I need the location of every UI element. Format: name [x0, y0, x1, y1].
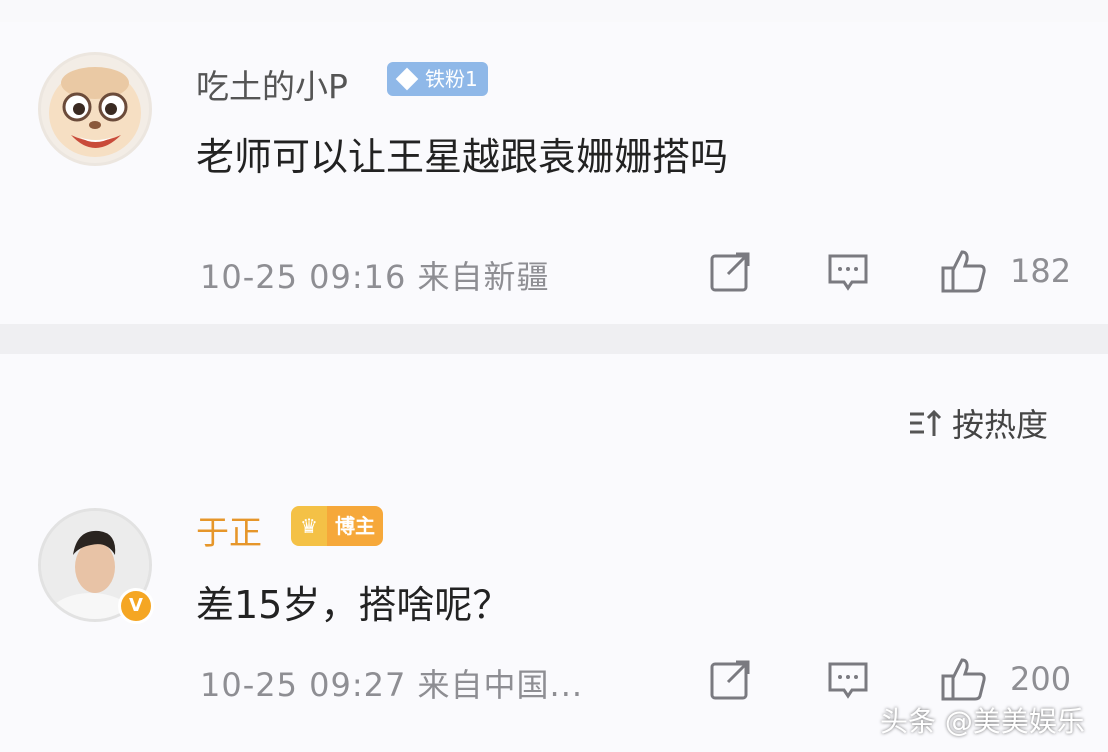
comment-button[interactable] — [826, 658, 870, 702]
comment-text: 老师可以让王星越跟袁姗姗搭吗 — [196, 135, 729, 179]
like-button[interactable]: 182 — [940, 248, 1071, 294]
comment-button[interactable] — [826, 250, 870, 294]
blogger-badge-label: 博主 — [327, 506, 383, 546]
sort-icon — [910, 409, 942, 436]
username[interactable]: 吃土的小P — [196, 60, 348, 108]
diamond-icon — [395, 67, 419, 91]
share-icon — [710, 252, 750, 292]
watermark: 头条 @美美娱乐 — [880, 705, 1085, 738]
like-count: 182 — [1010, 252, 1072, 290]
blogger-badge[interactable]: ♛ 博主 — [291, 506, 383, 546]
comment-text: 差15岁，搭啥呢？ — [196, 583, 511, 627]
share-icon — [710, 660, 750, 700]
verified-v-icon: V — [129, 595, 143, 616]
like-button[interactable]: 200 — [940, 656, 1071, 702]
sort-toggle[interactable]: 按热度 — [908, 400, 1048, 446]
sort-label: 按热度 — [952, 406, 1049, 444]
comment-icon — [828, 254, 868, 291]
comment-icon — [828, 662, 868, 699]
like-count: 200 — [1010, 660, 1072, 698]
fan-badge[interactable]: 铁粉1 — [387, 62, 488, 96]
username[interactable]: 于正 — [196, 506, 262, 554]
thumbs-up-icon — [941, 250, 986, 293]
comment-meta: 10-25 09:27 来自中国... — [200, 666, 584, 704]
verified-badge: V — [118, 588, 154, 624]
section-divider — [0, 324, 1108, 354]
share-button[interactable] — [708, 658, 752, 702]
top-strip — [0, 0, 1108, 23]
share-button[interactable] — [708, 250, 752, 294]
user-avatar[interactable] — [38, 52, 152, 166]
cartoon-face-avatar-icon — [49, 67, 141, 157]
fan-badge-label: 铁粉1 — [425, 67, 478, 91]
thumbs-up-icon — [941, 658, 986, 701]
crown-icon: ♛ — [291, 506, 327, 546]
comment-meta: 10-25 09:16 来自新疆 — [200, 258, 550, 296]
